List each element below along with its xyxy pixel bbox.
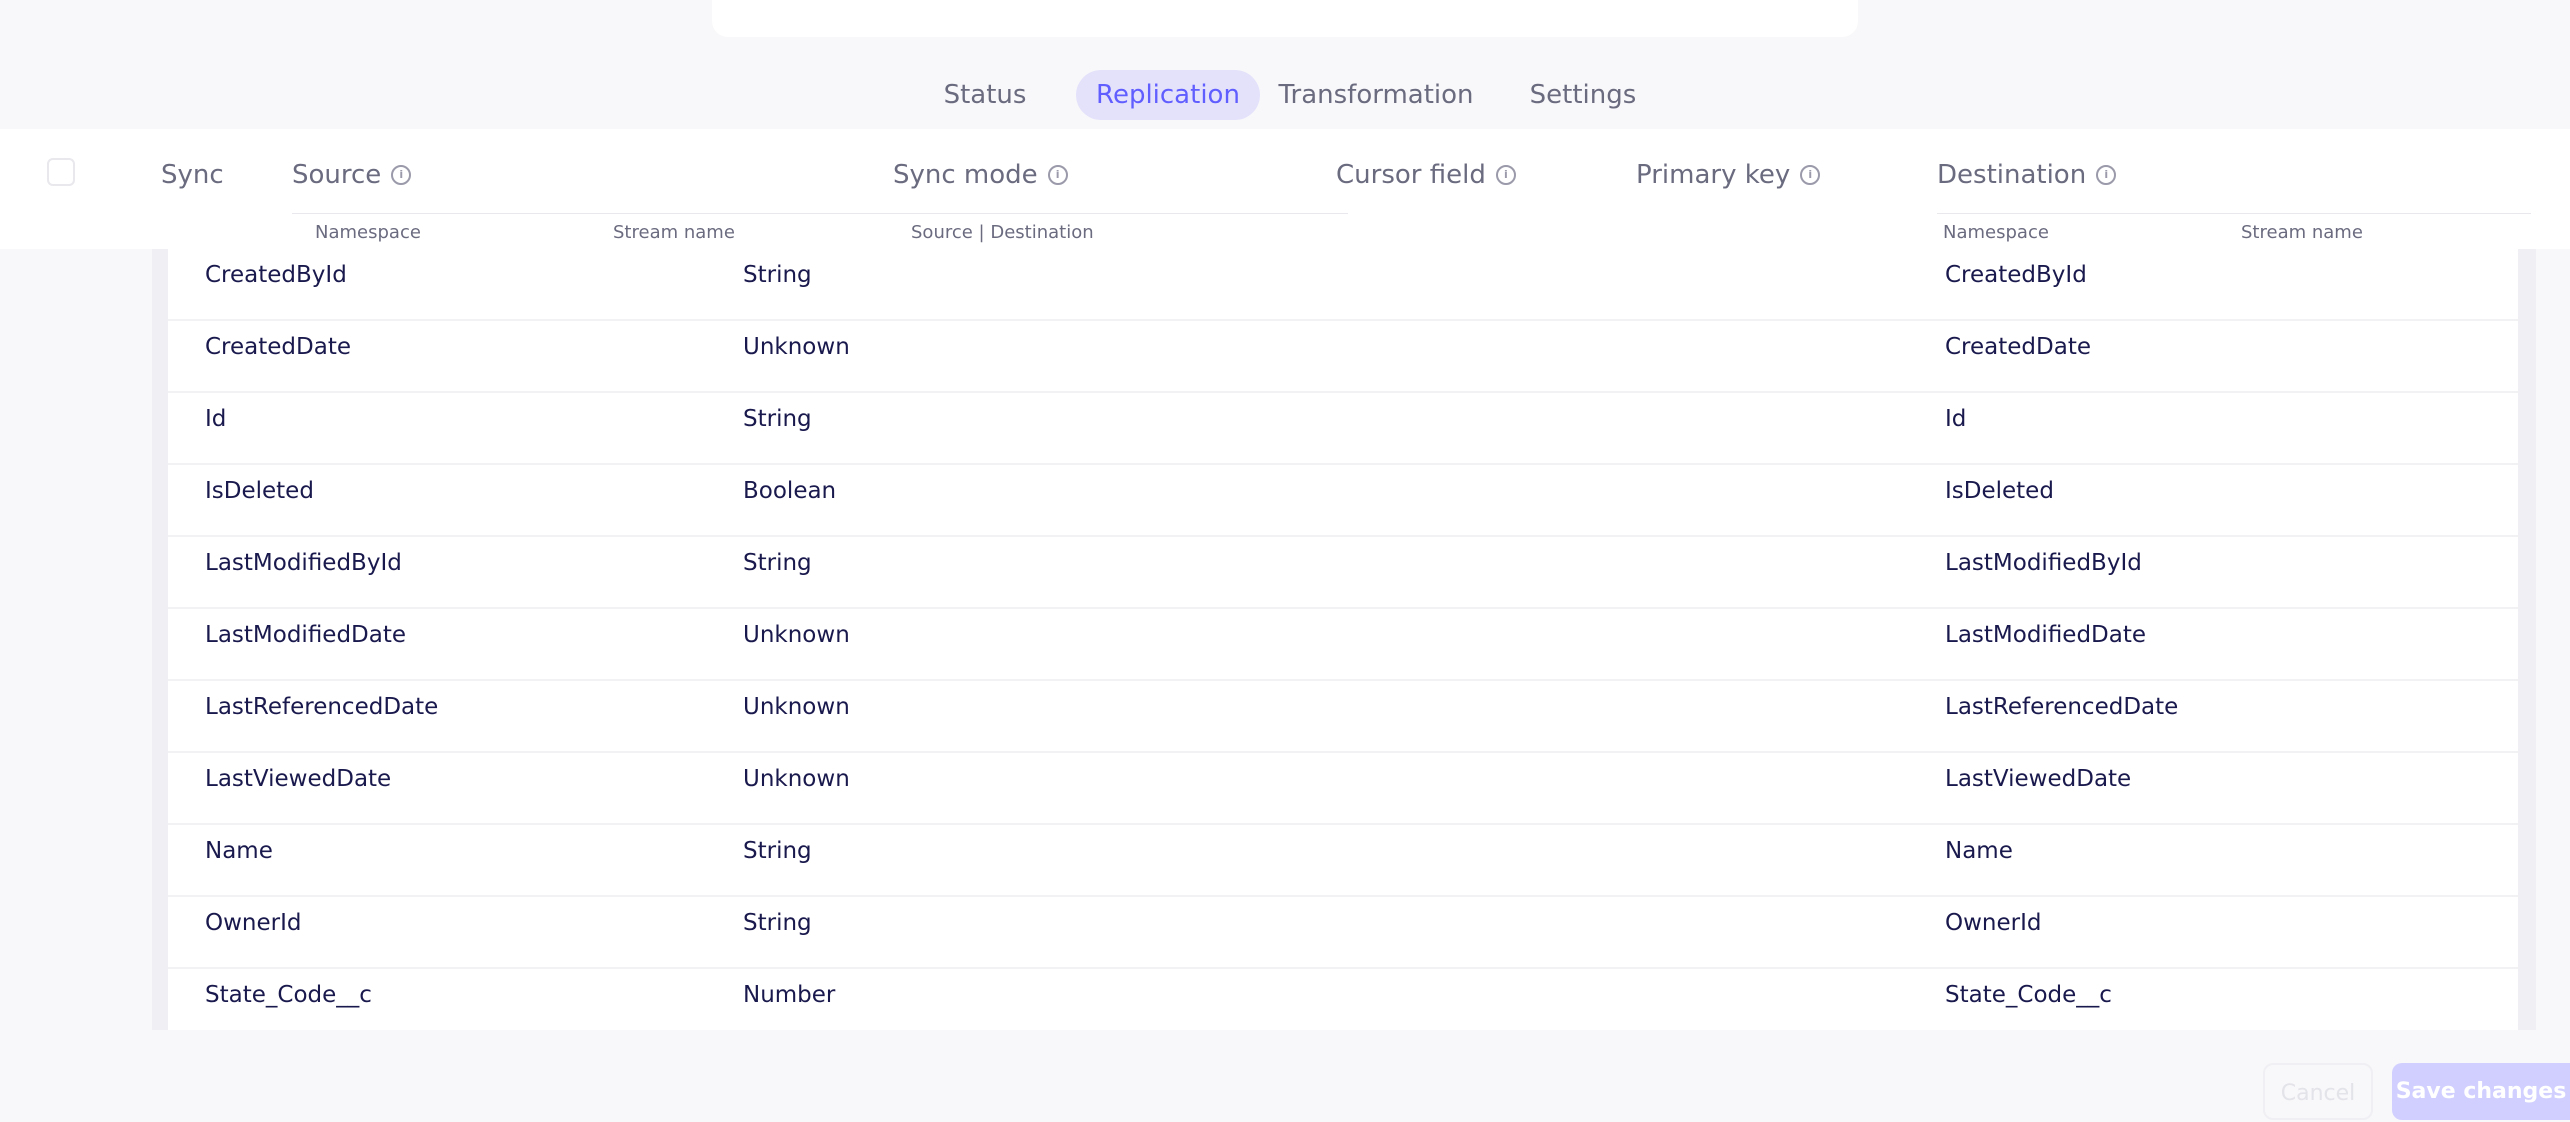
field-name: LastModifiedById (205, 550, 402, 576)
header-divider-source (292, 213, 1348, 214)
column-primary-key-label: Primary key (1636, 160, 1791, 190)
field-list: CreatedById String CreatedById CreatedDa… (168, 249, 2518, 1030)
select-all-checkbox[interactable] (47, 158, 75, 186)
column-sync-label: Sync (161, 160, 224, 190)
field-name: LastReferencedDate (205, 694, 439, 720)
field-type: Number (743, 982, 836, 1008)
field-type: Unknown (743, 694, 850, 720)
field-name: State_Code__c (205, 982, 372, 1008)
field-name: CreatedById (205, 262, 347, 288)
column-sync-mode: Sync mode i (893, 160, 1068, 190)
table-row: Name String Name (168, 825, 2518, 897)
destination-field-name: LastModifiedDate (1945, 622, 2147, 648)
column-sync: Sync (161, 160, 224, 190)
connection-summary-card (712, 0, 1858, 37)
column-sync-mode-label: Sync mode (893, 160, 1038, 190)
destination-field-name: LastViewedDate (1945, 766, 2132, 792)
field-name: IsDeleted (205, 478, 314, 504)
info-icon[interactable]: i (391, 165, 412, 185)
cancel-button[interactable]: Cancel (2263, 1063, 2373, 1120)
table-row: LastModifiedDate Unknown LastModifiedDat… (168, 609, 2518, 681)
destination-field-name: LastReferencedDate (1945, 694, 2179, 720)
field-name: CreatedDate (205, 334, 351, 360)
field-type: String (743, 406, 812, 432)
tab-status[interactable]: Status (927, 70, 1043, 120)
table-row: CreatedById String CreatedById (168, 249, 2518, 321)
column-primary-key: Primary key i (1636, 160, 1821, 190)
destination-field-name: IsDeleted (1945, 478, 2054, 504)
table-row: CreatedDate Unknown CreatedDate (168, 321, 2518, 393)
table-row: LastReferencedDate Unknown LastReference… (168, 681, 2518, 753)
destination-field-name: LastModifiedById (1945, 550, 2142, 576)
subcolumn-sync-mode-detail: Source | Destination (911, 222, 1094, 243)
destination-field-name: Name (1945, 838, 2013, 864)
info-icon[interactable]: i (1047, 165, 1068, 185)
table-row: IsDeleted Boolean IsDeleted (168, 465, 2518, 537)
table-row: OwnerId String OwnerId (168, 897, 2518, 969)
field-name: LastModifiedDate (205, 622, 407, 648)
field-name: Name (205, 838, 273, 864)
form-footer (0, 1030, 2570, 1120)
info-icon[interactable]: i (1800, 165, 1821, 185)
field-type: Boolean (743, 478, 837, 504)
header-divider-destination (1937, 213, 2531, 214)
subcolumn-destination-namespace: Namespace (1943, 222, 2049, 243)
column-source-label: Source (292, 160, 382, 190)
tab-replication[interactable]: Replication (1076, 70, 1260, 120)
destination-field-name: State_Code__c (1945, 982, 2112, 1008)
connection-tabs: Status Replication Transformation Settin… (0, 70, 2570, 120)
field-name: OwnerId (205, 910, 302, 936)
destination-field-name: Id (1945, 406, 1967, 432)
destination-field-name: CreatedById (1945, 262, 2087, 288)
column-destination-label: Destination (1937, 160, 2087, 190)
field-type: Unknown (743, 622, 850, 648)
column-cursor-field: Cursor field i (1336, 160, 1516, 190)
info-icon[interactable]: i (2096, 165, 2117, 185)
table-row: Id String Id (168, 393, 2518, 465)
field-type: String (743, 910, 812, 936)
column-destination: Destination i (1937, 160, 2117, 190)
destination-field-name: OwnerId (1945, 910, 2042, 936)
table-row: LastViewedDate Unknown LastViewedDate (168, 753, 2518, 825)
field-name: Id (205, 406, 227, 432)
subcolumn-source-namespace: Namespace (315, 222, 421, 243)
column-cursor-field-label: Cursor field (1336, 160, 1486, 190)
field-name: LastViewedDate (205, 766, 392, 792)
field-type: Unknown (743, 766, 850, 792)
field-type: String (743, 550, 812, 576)
subcolumn-source-stream-name: Stream name (613, 222, 735, 243)
column-source: Source i (292, 160, 412, 190)
destination-field-name: CreatedDate (1945, 334, 2091, 360)
table-row: State_Code__c Number State_Code__c (168, 969, 2518, 1030)
subcolumn-destination-stream-name: Stream name (2241, 222, 2363, 243)
field-type: String (743, 262, 812, 288)
tab-settings[interactable]: Settings (1518, 70, 1648, 120)
table-row: LastModifiedById String LastModifiedById (168, 537, 2518, 609)
field-type: String (743, 838, 812, 864)
info-icon[interactable]: i (1495, 165, 1516, 185)
tab-transformation[interactable]: Transformation (1270, 70, 1482, 120)
save-changes-button[interactable]: Save changes (2392, 1063, 2570, 1120)
field-type: Unknown (743, 334, 850, 360)
